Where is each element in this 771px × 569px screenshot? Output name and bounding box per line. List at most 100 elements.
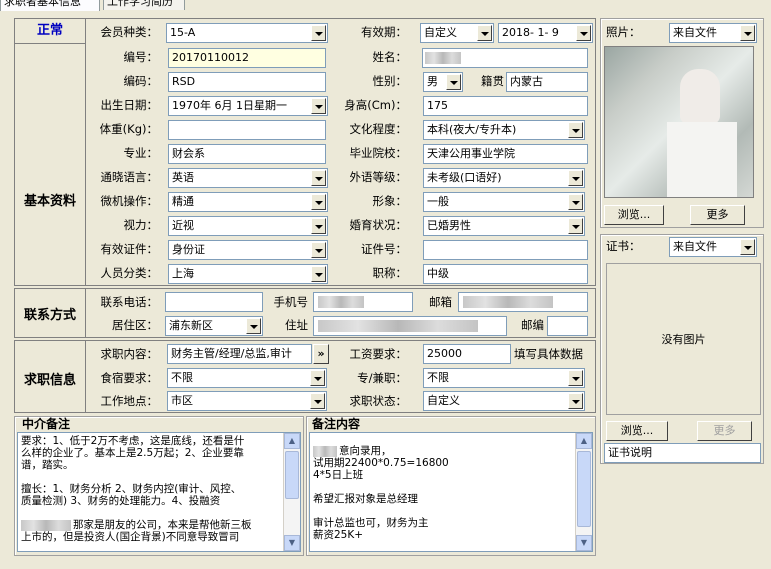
computer-label: 微机操作：: [100, 194, 159, 208]
native-label: 籍贯: [481, 74, 504, 88]
photo-label: 照片：: [606, 25, 641, 39]
location-label: 工作地点：: [100, 394, 159, 408]
name-label: 姓名：: [372, 50, 408, 64]
mobile-field[interactable]: [313, 292, 413, 312]
height-label: 身高(Cm)：: [344, 98, 407, 112]
address-field[interactable]: [313, 316, 507, 336]
tab-basic-info[interactable]: 求职者基本信息: [0, 0, 100, 11]
chevron-down-icon: [311, 242, 326, 258]
job-status-label: 求职状态：: [349, 394, 408, 408]
cert-type-label: 有效证件：: [100, 242, 159, 256]
cert-source-select[interactable]: 来自文件: [669, 237, 757, 257]
cert-type-select[interactable]: 身份证: [168, 240, 328, 260]
board-select[interactable]: 不限: [167, 368, 327, 388]
cert-no-field[interactable]: [423, 240, 588, 260]
agency-notes-scrollbar[interactable]: ▲ ▼: [283, 433, 300, 551]
parttime-label: 专/兼职：: [357, 371, 407, 385]
id-label: 编号：: [123, 50, 159, 64]
native-field[interactable]: 内蒙古: [506, 72, 588, 92]
language-select[interactable]: 英语: [168, 168, 328, 188]
agency-note-line: 谱，踏实。: [21, 459, 74, 471]
remark-line: 薪资25K+: [313, 529, 364, 541]
chevron-down-icon: [311, 218, 326, 234]
agency-note-line: 那家是朋友的公司，本来是帮他新三板: [73, 519, 252, 531]
zip-field[interactable]: [547, 316, 588, 336]
chevron-down-icon: [311, 170, 326, 186]
category-label: 人员分类：: [100, 266, 159, 280]
gender-select[interactable]: 男: [423, 72, 463, 92]
height-field[interactable]: 175: [423, 96, 588, 116]
scroll-thumb[interactable]: [577, 451, 591, 527]
scroll-down-icon[interactable]: ▼: [576, 535, 592, 551]
cert-more-button[interactable]: 更多: [697, 421, 752, 441]
position-field[interactable]: 财务主管/经理/总监,审计: [167, 344, 312, 364]
photo-browse-button[interactable]: 浏览...: [604, 205, 664, 225]
parttime-select[interactable]: 不限: [423, 368, 585, 388]
cert-browse-button[interactable]: 浏览...: [606, 421, 668, 441]
chevron-down-icon: [568, 393, 583, 409]
chevron-down-icon: [740, 239, 755, 255]
name-field[interactable]: [422, 48, 588, 68]
chevron-down-icon: [568, 170, 583, 186]
scroll-up-icon[interactable]: ▲: [576, 433, 592, 449]
remark-scrollbar[interactable]: ▲ ▼: [575, 433, 592, 551]
cert-label: 证书：: [606, 239, 641, 253]
agency-note-line: 么样的企业了。基本上是2.5万起；2、企业要靠: [21, 447, 244, 459]
valid-period-label: 有效期：: [361, 25, 407, 39]
id-field[interactable]: 20170110012: [168, 48, 326, 68]
image-select[interactable]: 一般: [423, 192, 585, 212]
school-field[interactable]: 天津公用事业学院: [423, 144, 588, 164]
salary-label: 工资要求：: [349, 347, 408, 361]
chevron-down-icon: [310, 393, 325, 409]
agency-notes-textarea[interactable]: 要求：1、低于2万不考虑，这是底线，还看是什 么样的企业了。基本上是2.5万起；…: [17, 432, 301, 552]
tab-resume[interactable]: 工作学习简历: [103, 0, 185, 10]
scroll-up-icon[interactable]: ▲: [284, 433, 300, 449]
chevron-down-icon: [311, 25, 326, 41]
vision-select[interactable]: 近视: [168, 216, 328, 236]
school-label: 毕业院校：: [349, 146, 408, 160]
remark-line: 希望汇报对象是总经理: [313, 493, 418, 505]
cert-description-field[interactable]: 证书说明: [604, 443, 761, 463]
salary-field[interactable]: 25000: [423, 344, 511, 364]
birth-date-picker[interactable]: 1970年 6月 1日星期一: [168, 96, 328, 116]
lang-level-select[interactable]: 未考级(口语好): [423, 168, 585, 188]
location-select[interactable]: 市区: [167, 391, 327, 411]
title-field[interactable]: 中级: [423, 264, 588, 284]
job-status-select[interactable]: 自定义: [423, 391, 585, 411]
remark-textarea[interactable]: 意向录用， 试用期22400*0.75=16800 4*5日上班 希望汇报对象是…: [309, 432, 593, 552]
valid-period-select[interactable]: 自定义: [420, 23, 494, 43]
gender-label: 性别：: [372, 74, 408, 88]
category-select[interactable]: 上海: [168, 264, 328, 284]
chevron-down-icon: [311, 266, 326, 282]
marital-select[interactable]: 已婚男性: [423, 216, 585, 236]
member-type-select[interactable]: 15-A: [166, 23, 328, 43]
title-label: 职称：: [372, 266, 408, 280]
chevron-down-icon: [568, 194, 583, 210]
major-field[interactable]: 财会系: [168, 144, 326, 164]
education-select[interactable]: 本科(夜大/专升本): [423, 120, 585, 140]
birth-label: 出生日期：: [100, 98, 159, 112]
chevron-down-icon: [311, 194, 326, 210]
photo-source-select[interactable]: 来自文件: [669, 23, 757, 43]
section-contact: 联系方式: [23, 308, 76, 323]
position-label: 求职内容：: [100, 347, 159, 361]
district-select[interactable]: 浦东新区: [165, 316, 263, 336]
code-field[interactable]: RSD: [168, 72, 326, 92]
scroll-down-icon[interactable]: ▼: [284, 535, 300, 551]
section-job: 求职信息: [23, 373, 76, 388]
position-more-button[interactable]: »: [313, 344, 329, 364]
computer-select[interactable]: 精通: [168, 192, 328, 212]
section-basic-info: 基本资料: [23, 194, 76, 209]
chevron-down-icon: [568, 122, 583, 138]
remark-line: 意向录用，: [339, 445, 392, 457]
phone-field[interactable]: [165, 292, 263, 312]
email-field[interactable]: [458, 292, 588, 312]
scroll-thumb[interactable]: [285, 451, 299, 499]
valid-date-picker[interactable]: 2018- 1- 9: [498, 23, 593, 43]
education-label: 文化程度：: [349, 122, 408, 136]
photo-more-button[interactable]: 更多: [690, 205, 745, 225]
vision-label: 视力：: [123, 218, 159, 232]
weight-field[interactable]: [168, 120, 326, 140]
member-type-label: 会员种类：: [100, 25, 159, 39]
email-label: 邮箱: [429, 295, 452, 309]
